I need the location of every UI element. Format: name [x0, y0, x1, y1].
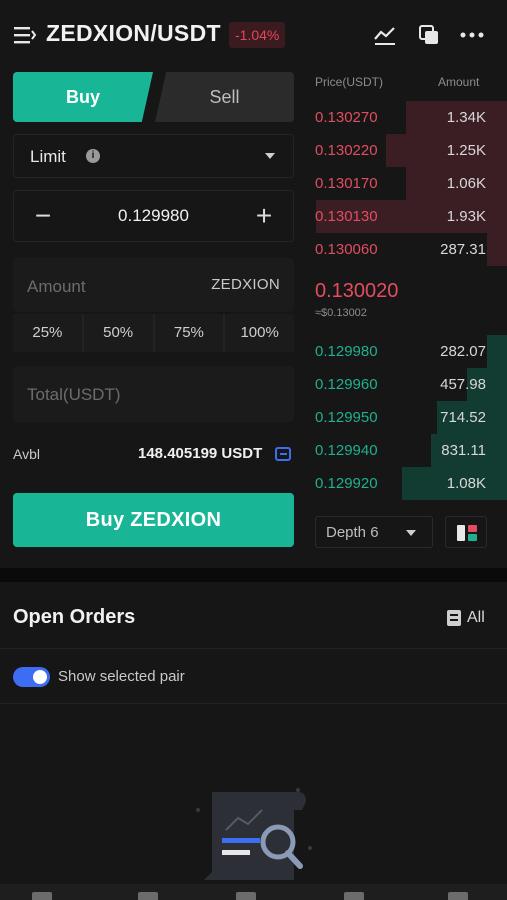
- spot-trade-screen: ZEDXION/USDT -1.04% Buy Sell Limit i − 0…: [0, 0, 507, 900]
- nav-wallet-icon[interactable]: [448, 892, 468, 900]
- buy-tab[interactable]: Buy: [13, 72, 153, 122]
- percent-75-button[interactable]: 75%: [154, 314, 226, 352]
- ask-row[interactable]: 0.130170 1.06K: [306, 167, 507, 200]
- ask-amount: 1.34K: [446, 109, 486, 126]
- total-placeholder: Total(USDT): [27, 385, 121, 404]
- amount-unit: ZEDXION: [211, 276, 280, 293]
- ask-amount: 287.31: [440, 241, 486, 258]
- percent-selector: 25% 50% 75% 100%: [13, 314, 294, 352]
- sell-tab[interactable]: Sell: [155, 72, 294, 122]
- amount-input[interactable]: Amount ZEDXION: [13, 258, 294, 312]
- bid-price: 0.129940: [315, 442, 378, 459]
- price-value[interactable]: 0.129980: [74, 206, 233, 226]
- chart-icon[interactable]: [372, 22, 398, 48]
- ask-row[interactable]: 0.130130 1.93K: [306, 200, 507, 233]
- ask-row[interactable]: 0.130060 287.31: [306, 233, 507, 266]
- transfer-icon[interactable]: [275, 447, 291, 461]
- depth-select[interactable]: Depth 6: [315, 516, 433, 548]
- price-input[interactable]: − 0.129980 +: [13, 190, 294, 242]
- available-balance: 148.405199 USDT: [138, 445, 263, 462]
- nav-home-icon[interactable]: [32, 892, 52, 900]
- increase-price-button[interactable]: +: [249, 197, 279, 237]
- amount-placeholder: Amount: [27, 277, 86, 296]
- copy-icon[interactable]: [416, 22, 442, 48]
- open-orders-title: Open Orders: [13, 606, 136, 628]
- bid-row[interactable]: 0.129920 1.08K: [306, 467, 507, 500]
- ask-depth-bar: [487, 233, 507, 266]
- bid-depth-bar: [487, 335, 507, 368]
- divider: [0, 648, 507, 649]
- bid-price: 0.129960: [315, 376, 378, 393]
- ask-amount: 1.06K: [446, 175, 486, 192]
- price-change-badge: -1.04%: [229, 22, 286, 48]
- bid-amount: 1.08K: [446, 475, 486, 492]
- layout-icon-bid: [468, 534, 477, 541]
- bid-price: 0.129980: [315, 343, 378, 360]
- all-orders-link[interactable]: All: [447, 607, 485, 629]
- bid-amount: 282.07: [440, 343, 486, 360]
- bid-price: 0.129920: [315, 475, 378, 492]
- percent-50-button[interactable]: 50%: [83, 314, 155, 352]
- more-icon[interactable]: [459, 22, 485, 48]
- ask-row[interactable]: 0.130270 1.34K: [306, 101, 507, 134]
- bid-row[interactable]: 0.129960 457.98: [306, 368, 507, 401]
- last-price-usd: ≈$0.13002: [315, 307, 367, 319]
- total-input[interactable]: Total(USDT): [13, 366, 294, 422]
- ask-price: 0.130170: [315, 175, 378, 192]
- chevron-down-icon: [265, 153, 275, 159]
- info-icon[interactable]: i: [86, 149, 100, 163]
- all-orders-label: All: [467, 609, 485, 626]
- depth-label: Depth 6: [326, 524, 379, 541]
- price-column-header: Price(USDT): [315, 75, 383, 89]
- available-label: Avbl: [13, 446, 40, 462]
- layout-icon: [457, 525, 465, 541]
- percent-100-button[interactable]: 100%: [225, 314, 294, 352]
- bid-price: 0.129950: [315, 409, 378, 426]
- nav-trade-icon[interactable]: [236, 892, 256, 900]
- ask-price: 0.130130: [315, 208, 378, 225]
- layout-icon-ask: [468, 525, 477, 532]
- ask-price: 0.130220: [315, 142, 378, 159]
- bid-row[interactable]: 0.129940 831.11: [306, 434, 507, 467]
- ask-amount: 1.25K: [446, 142, 486, 159]
- bid-amount: 831.11: [441, 442, 486, 459]
- empty-orders-illustration-icon: [196, 788, 312, 880]
- ask-price: 0.130060: [315, 241, 378, 258]
- document-icon: [447, 610, 461, 626]
- ask-row[interactable]: 0.130220 1.25K: [306, 134, 507, 167]
- pair-title[interactable]: ZEDXION/USDT: [46, 20, 221, 47]
- menu-icon[interactable]: [14, 26, 36, 44]
- amount-column-header: Amount: [438, 75, 480, 89]
- top-bar: ZEDXION/USDT -1.04%: [0, 0, 507, 70]
- chevron-down-icon: [406, 530, 416, 536]
- section-divider: [0, 568, 507, 582]
- divider: [0, 703, 507, 704]
- bid-row[interactable]: 0.129980 282.07: [306, 335, 507, 368]
- nav-futures-icon[interactable]: [344, 892, 364, 900]
- show-selected-pair-toggle[interactable]: [13, 667, 50, 687]
- percent-25-button[interactable]: 25%: [13, 314, 84, 352]
- nav-markets-icon[interactable]: [138, 892, 158, 900]
- ask-price: 0.130270: [315, 109, 378, 126]
- orderbook-layout-button[interactable]: [445, 516, 487, 548]
- order-type-label: Limit: [30, 147, 66, 166]
- decrease-price-button[interactable]: −: [28, 197, 58, 237]
- bid-amount: 457.98: [440, 376, 486, 393]
- show-selected-pair-label: Show selected pair: [58, 668, 185, 685]
- bid-row[interactable]: 0.129950 714.52: [306, 401, 507, 434]
- bid-amount: 714.52: [440, 409, 486, 426]
- last-price: 0.130020: [315, 280, 399, 302]
- buy-button[interactable]: Buy ZEDXION: [13, 493, 294, 547]
- ask-amount: 1.93K: [446, 208, 486, 225]
- order-type-select[interactable]: Limit i: [13, 134, 294, 178]
